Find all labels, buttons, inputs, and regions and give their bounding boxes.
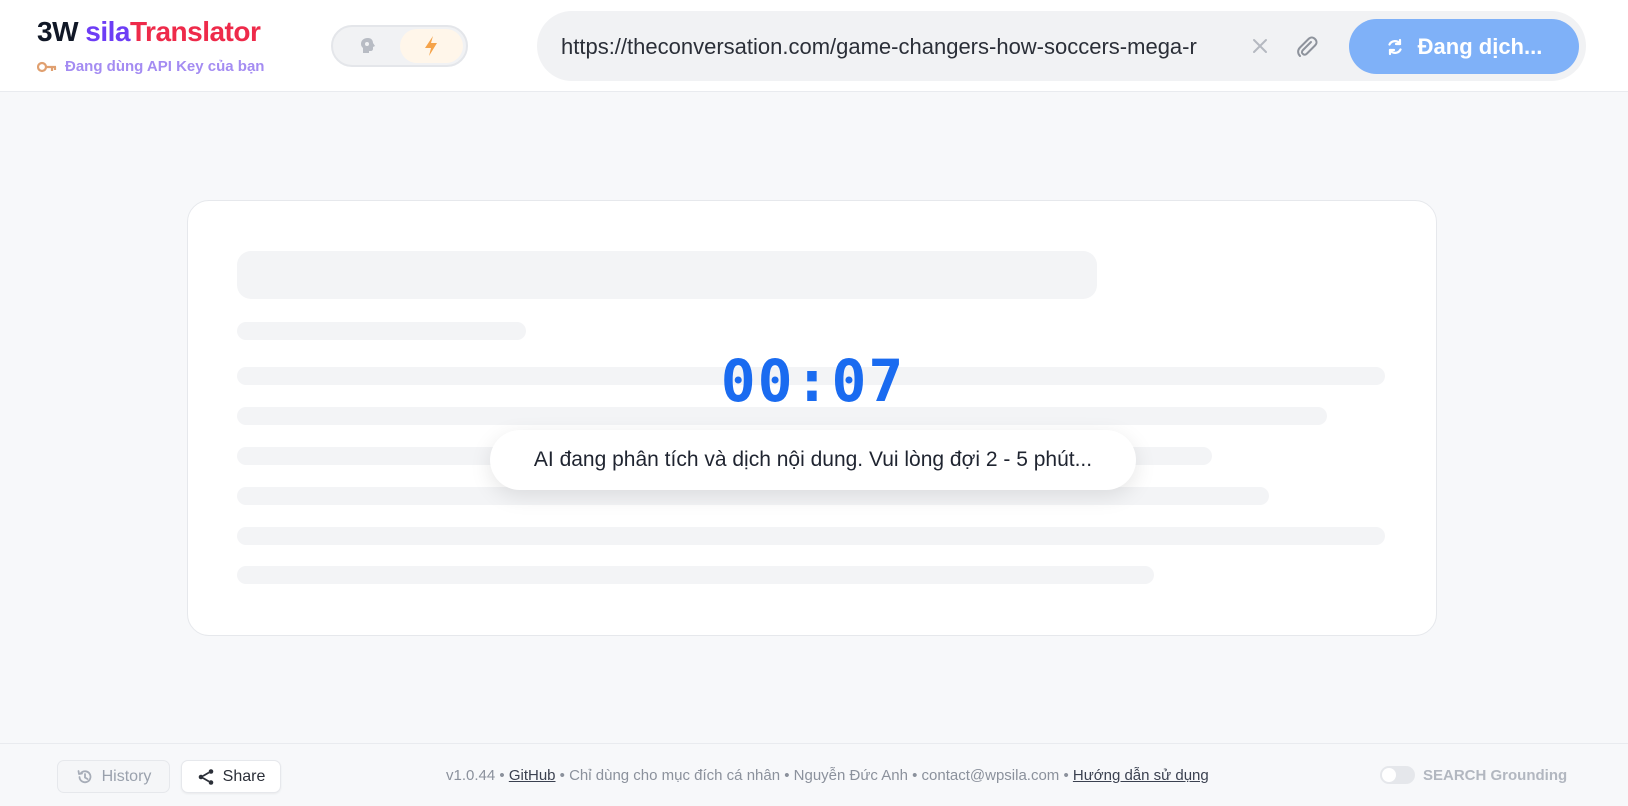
translate-button[interactable]: Đang dịch...: [1349, 19, 1579, 74]
search-grounding-label: SEARCH Grounding: [1423, 766, 1568, 784]
brand: 3W silaTranslator Đang dùng API Key của …: [37, 14, 264, 75]
purpose-text: Chỉ dùng cho mục đích cá nhân: [569, 767, 781, 784]
api-key-note-text: Đang dùng API Key của bạn: [65, 58, 265, 75]
paperclip-icon[interactable]: [1294, 34, 1320, 60]
mode-fast-button[interactable]: [399, 29, 463, 63]
version-text: v1.0.44: [446, 767, 496, 784]
brand-translator: Translator: [129, 16, 261, 47]
history-button-label: History: [101, 767, 152, 785]
brain-icon: [360, 38, 375, 53]
share-button[interactable]: Share: [181, 760, 281, 793]
translate-button-label: Đang dịch...: [1417, 33, 1543, 59]
author-text: Nguyễn Đức Anh: [793, 767, 908, 784]
share-icon: [198, 768, 213, 785]
status-message-text: AI đang phân tích và dịch nội dung. Vui …: [533, 448, 1093, 471]
brand-sila: sila: [85, 16, 130, 47]
app-footer: History Share v1.0.44 • GitHub • Chỉ dùn…: [0, 743, 1628, 806]
status-message: AI đang phân tích và dịch nội dung. Vui …: [490, 430, 1136, 490]
elapsed-timer: 00:07: [720, 347, 906, 415]
separator: •: [780, 767, 794, 784]
history-button[interactable]: History: [57, 760, 170, 793]
history-icon: [77, 769, 91, 783]
separator: •: [907, 767, 922, 784]
github-link[interactable]: GitHub: [509, 767, 556, 784]
close-icon[interactable]: [1251, 37, 1269, 55]
key-icon: [37, 61, 57, 72]
separator: •: [555, 767, 570, 784]
toggle-knob: [1382, 768, 1396, 782]
skeleton-title: [237, 251, 1097, 299]
separator: •: [1059, 767, 1073, 784]
footer-info: v1.0.44 • GitHub • Chỉ dùng cho mục đích…: [446, 766, 1216, 786]
search-grounding-toggle[interactable]: [1380, 766, 1415, 784]
skeleton-line: [237, 527, 1385, 545]
separator: •: [495, 767, 509, 784]
url-input[interactable]: https://theconversation.com/game-changer…: [561, 34, 1201, 60]
skeleton-subtitle: [237, 322, 526, 340]
refresh-icon: [1388, 38, 1402, 55]
search-grounding: SEARCH Grounding: [1380, 766, 1567, 784]
app-header: 3W silaTranslator Đang dùng API Key của …: [0, 0, 1628, 92]
result-card: 00:07 AI đang phân tích và dịch nội dung…: [187, 200, 1437, 636]
share-button-label: Share: [222, 767, 266, 785]
lightning-icon: [425, 36, 438, 56]
brand-3w: 3W: [37, 16, 86, 47]
brand-logo[interactable]: 3W silaTranslator: [37, 14, 264, 50]
mode-thinking-button[interactable]: [336, 29, 400, 63]
api-key-note: Đang dùng API Key của bạn: [37, 58, 264, 75]
skeleton-line: [237, 566, 1154, 584]
email-text: contact@wpsila.com: [921, 767, 1060, 784]
mode-toggle[interactable]: [331, 25, 468, 67]
guide-link[interactable]: Hướng dẫn sử dụng: [1073, 767, 1209, 784]
